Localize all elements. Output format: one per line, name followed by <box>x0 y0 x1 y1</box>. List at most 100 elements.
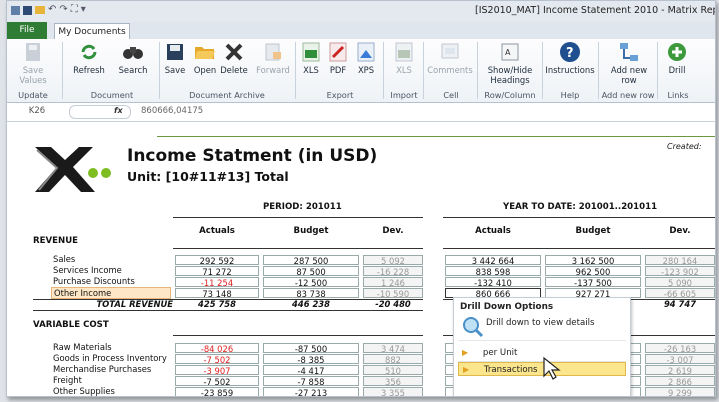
cell-ytd-budget[interactable]: 962 500 <box>545 266 641 276</box>
col-ytd-actuals: Actuals <box>475 226 511 236</box>
cell-ytd-actual[interactable]: -132 410 <box>445 277 541 287</box>
binoculars-icon <box>122 41 144 63</box>
magnifier-icon <box>462 316 484 342</box>
report-title: Income Statment (in USD) <box>127 146 378 166</box>
cell-actual[interactable]: -3 907 <box>175 365 259 375</box>
add-new-row-button[interactable]: Add new row <box>604 41 654 85</box>
show-hide-headings-button[interactable]: A Show/Hide Headings <box>479 41 541 85</box>
save-icon[interactable] <box>23 5 32 15</box>
expand-icon[interactable]: ⛶ <box>71 4 78 16</box>
export-xls-button[interactable]: XLS <box>298 41 324 75</box>
cell-budget[interactable]: -87 500 <box>263 343 359 353</box>
cell-budget[interactable]: -7 858 <box>263 376 359 386</box>
ytd-header: YEAR TO DATE: 201001..201011 <box>503 202 658 212</box>
undo-icon[interactable]: ↶ <box>48 4 56 16</box>
svg-text:A: A <box>505 48 511 57</box>
open-button[interactable]: Open <box>189 41 221 75</box>
cell-budget[interactable]: -4 417 <box>263 365 359 375</box>
cell-reference[interactable]: K26 <box>11 105 63 118</box>
cell-actual[interactable]: -23 859 <box>175 387 259 396</box>
folder-icon[interactable] <box>35 6 45 14</box>
cell-ytd-budget[interactable]: -137 500 <box>545 277 641 287</box>
save-values-button[interactable]: Save Values <box>13 41 53 85</box>
cell-actual[interactable]: 73 148 <box>175 288 259 298</box>
revenue-heading: REVENUE <box>33 236 79 246</box>
group-separator <box>423 42 424 99</box>
customize-icon[interactable]: ▾ <box>81 4 86 16</box>
title-bar: ↶ ↷ ⛶ ▾ [IS2010_MAT] Income Statement 20… <box>7 1 715 22</box>
report-unit: Unit: [10#11#13] Total <box>127 169 289 184</box>
group-separator <box>657 42 658 99</box>
ribbon: Save Values Refresh Search Save Open Del… <box>7 39 715 103</box>
export-xps-button[interactable]: XPS <box>353 41 379 75</box>
drill-plus-icon <box>666 41 688 63</box>
col-ytd-budget: Budget <box>575 226 611 236</box>
cell-budget[interactable]: -12 500 <box>263 277 359 287</box>
cell-actual[interactable]: 292 592 <box>175 255 259 265</box>
formula-box[interactable]: fx <box>69 105 131 119</box>
svg-text:?: ? <box>566 46 574 61</box>
comments-button[interactable]: Comments <box>425 41 475 75</box>
cell-ytd-budget[interactable]: 3 162 500 <box>545 255 641 265</box>
total-rule-bottom <box>33 310 423 311</box>
group-label-update: Update <box>18 90 48 100</box>
cell-budget[interactable]: 87 500 <box>263 266 359 276</box>
app-window: ↶ ↷ ⛶ ▾ [IS2010_MAT] Income Statement 20… <box>6 0 716 397</box>
row-label: Goods in Process Inventory <box>53 353 167 363</box>
total-ytd-dev: 94 747 <box>663 299 697 309</box>
row-label: Raw Materials <box>53 342 112 352</box>
group-separator <box>542 42 543 99</box>
group-separator <box>295 42 296 99</box>
refresh-button[interactable]: Refresh <box>69 41 109 75</box>
group-label-row-column: Row/Column <box>484 90 536 100</box>
group-label-help: Help <box>560 90 580 100</box>
search-button[interactable]: Search <box>113 41 153 75</box>
tab-file[interactable]: File <box>7 22 47 39</box>
cell-actual[interactable]: -7 502 <box>175 376 259 386</box>
forward-button[interactable]: Forward <box>253 41 293 75</box>
cell-ytd-dev: 5 090 <box>645 277 715 287</box>
group-label-document-archive: Document Archive <box>189 90 265 100</box>
group-separator <box>62 42 63 99</box>
formula-value[interactable]: 860666,04175 <box>141 106 203 116</box>
export-pdf-button[interactable]: PDF <box>325 41 351 75</box>
arrow-right-icon: ▶ <box>463 365 470 374</box>
quick-access-toolbar: ↶ ↷ ⛶ ▾ <box>11 4 86 16</box>
import-xls-button[interactable]: XLS <box>389 41 419 75</box>
cell-ytd-dev: -26 163 <box>645 343 715 353</box>
col-ytd-dev: Dev. <box>669 226 691 236</box>
cell-budget[interactable]: -27 213 <box>263 387 359 396</box>
row-label: Other Income <box>51 287 171 299</box>
cell-actual[interactable]: -7 502 <box>175 354 259 364</box>
row-label: Purchase Discounts <box>53 276 135 286</box>
period-rule <box>173 217 423 218</box>
col-budget: Budget <box>293 226 329 236</box>
cell-actual[interactable]: -84 026 <box>175 343 259 353</box>
group-separator <box>383 42 384 99</box>
fx-label: fx <box>114 106 123 115</box>
headings-icon: A <box>499 41 521 63</box>
drill-button[interactable]: Drill <box>659 41 695 75</box>
add-row-icon <box>618 41 640 63</box>
row-label: Sales <box>53 254 76 264</box>
cell-ytd-dev: 2 866 <box>645 376 715 386</box>
delete-button[interactable]: Delete <box>218 41 250 75</box>
cell-ytd-actual[interactable]: 3 442 664 <box>445 255 541 265</box>
cell-budget[interactable]: 287 500 <box>263 255 359 265</box>
redo-icon[interactable]: ↷ <box>59 4 67 16</box>
mouse-cursor-icon <box>542 356 562 386</box>
save-button[interactable]: Save <box>159 41 191 75</box>
total-label: TOTAL REVENUE <box>96 299 173 309</box>
arrow-right-icon: ▶ <box>462 348 469 357</box>
popup-header: Drill Down Options <box>460 302 554 312</box>
cell-budget[interactable]: 83 738 <box>263 288 359 298</box>
cell-actual[interactable]: -11 254 <box>175 277 259 287</box>
cell-ytd-actual[interactable]: 838 598 <box>445 266 541 276</box>
instructions-button[interactable]: ? Instructions <box>544 41 596 75</box>
forward-icon <box>262 41 284 63</box>
created-label: Created: <box>667 142 702 151</box>
cell-budget[interactable]: -8 385 <box>263 354 359 364</box>
cell-actual[interactable]: 71 272 <box>175 266 259 276</box>
cell-dev: 5 092 <box>363 255 423 265</box>
cell-dev: 882 <box>363 354 423 364</box>
